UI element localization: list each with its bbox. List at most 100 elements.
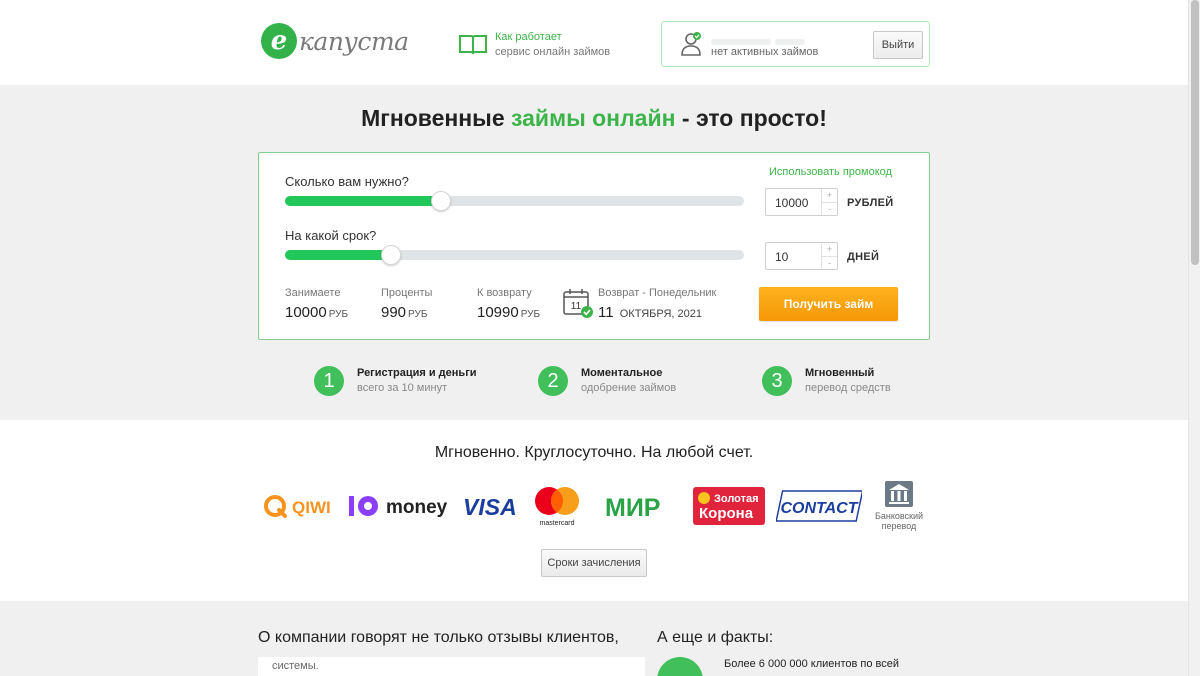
borrow-summary: Занимаете 10000 РУБ — [285, 287, 348, 321]
step-subtitle: перевод средств — [805, 382, 891, 394]
zolotaya-korona-icon: Золотая Корона — [693, 486, 765, 525]
bank-transfer-logo: Банковский перевод — [868, 478, 930, 533]
logo-mark: e — [261, 23, 297, 59]
step-title: Мгновенный — [805, 367, 875, 379]
bank-icon — [885, 481, 913, 507]
repay-label: К возврату — [477, 287, 532, 299]
yoomoney-text: money — [386, 497, 448, 518]
return-day: 11 — [598, 304, 614, 321]
step-subtitle: одобрение займов — [581, 382, 677, 394]
how-it-works-line1: Как работает — [495, 31, 562, 43]
clients-icon — [657, 657, 703, 676]
hero-title-part1: Мгновенные — [361, 105, 512, 131]
visa-text: VISA — [463, 494, 517, 520]
step-2: 2 Моментальное одобрение займов — [538, 366, 676, 396]
how-it-works-link[interactable]: Как работает сервис онлайн займов — [458, 30, 610, 60]
site-header: e капуста Как работает сервис онлайн зай… — [0, 0, 1188, 85]
step-title: Моментальное — [581, 367, 663, 379]
qiwi-logo: QIWI — [262, 478, 340, 533]
loan-calculator: Использовать промокод Сколько вам нужно?… — [258, 152, 930, 340]
mastercard-text: mastercard — [539, 520, 574, 527]
open-book-icon — [459, 35, 487, 55]
mir-icon: МИР — [605, 494, 660, 521]
step-number: 3 — [762, 366, 792, 396]
user-verified-icon — [681, 32, 701, 56]
yoomoney-logo: money — [348, 478, 452, 533]
interest-value: 990 — [381, 304, 407, 321]
return-month-year: ОКТЯБРЯ, 2021 — [619, 308, 702, 320]
amount-label: Сколько вам нужно? — [285, 174, 409, 189]
qiwi-icon: QIWI — [264, 494, 331, 518]
repay-summary: К возврату 10990 РУБ — [477, 287, 540, 321]
term-slider-handle[interactable] — [380, 245, 401, 265]
hero-title-green: займы онлайн — [511, 105, 676, 131]
step-1: 1 Регистрация и деньги всего за 10 минут — [314, 366, 477, 396]
zolotaya-korona-logo: Золотая Корона — [693, 478, 765, 533]
logout-button[interactable]: Выйти — [873, 31, 923, 59]
term-input-value: 10 — [775, 250, 789, 264]
yoomoney-icon: money — [349, 495, 448, 518]
review-card: системы. — [258, 657, 645, 676]
interest-label: Проценты — [381, 287, 433, 299]
repay-value: 10990 — [477, 304, 519, 321]
term-slider[interactable] — [285, 245, 744, 265]
amount-input[interactable]: 10000 + - — [765, 188, 838, 216]
step-3: 3 Мгновенный перевод средств — [762, 366, 891, 396]
korona-text-2: Корона — [699, 505, 754, 522]
term-decrement-button[interactable]: - — [822, 256, 837, 269]
visa-icon: VISA — [463, 494, 517, 520]
page-scrollbar[interactable] — [1188, 0, 1200, 676]
term-input[interactable]: 10 + - — [765, 242, 838, 270]
term-slider-fill — [285, 250, 391, 260]
get-loan-button[interactable]: Получить займ — [759, 287, 898, 321]
mastercard-logo: mastercard — [531, 478, 583, 533]
visa-logo: VISA — [462, 478, 520, 533]
amount-increment-button[interactable]: + — [822, 189, 837, 202]
borrow-label: Занимаете — [285, 287, 341, 299]
hero-title: Мгновенные займы онлайн - это просто! — [0, 105, 1188, 132]
calendar-check-icon: 11 — [563, 289, 593, 318]
logo-text: капуста — [299, 26, 409, 56]
interest-currency: РУБ — [408, 309, 428, 320]
step-title: Регистрация и деньги — [357, 367, 477, 379]
fact-text: Более 6 000 000 клиентов по всей — [724, 658, 900, 670]
calendar-day: 11 — [571, 301, 582, 312]
logo[interactable]: e капуста — [261, 22, 409, 60]
amount-decrement-button[interactable]: - — [822, 202, 837, 215]
term-stepper: + - — [821, 243, 837, 269]
contact-text: CONTACT — [780, 500, 858, 517]
step-number: 1 — [314, 366, 344, 396]
term-increment-button[interactable]: + — [822, 243, 837, 256]
user-name-redacted — [711, 32, 821, 45]
how-it-works-line2: сервис онлайн займов — [495, 46, 611, 58]
qiwi-text: QIWI — [292, 498, 331, 517]
step-number: 2 — [538, 366, 568, 396]
user-panel: нет активных займов Выйти — [661, 21, 930, 67]
amount-slider-handle[interactable] — [431, 191, 452, 211]
return-date: Возврат - Понедельник 11 ОКТЯБРЯ, 2021 — [598, 287, 716, 321]
term-unit: ДНЕЙ — [847, 251, 880, 263]
term-label: На какой срок? — [285, 228, 377, 243]
mastercard-icon: mastercard — [535, 486, 579, 527]
promo-code-link[interactable]: Использовать промокод — [769, 166, 892, 178]
payment-methods: QIWI money VISA mastercard МИР Золотая К… — [0, 478, 1188, 538]
loan-status: нет активных займов — [711, 46, 819, 58]
scrollbar-thumb[interactable] — [1191, 0, 1199, 265]
amount-input-value: 10000 — [775, 196, 809, 210]
amount-unit: РУБЛЕЙ — [847, 197, 894, 209]
crediting-terms-button[interactable]: Сроки зачисления — [541, 549, 647, 577]
mir-logo: МИР — [604, 478, 674, 533]
contact-icon: CONTACT — [776, 489, 862, 522]
amount-slider[interactable] — [285, 191, 744, 211]
borrow-value: 10000 — [285, 304, 327, 321]
return-label: Возврат - Понедельник — [598, 287, 717, 299]
payments-title: Мгновенно. Круглосуточно. На любой счет. — [434, 444, 754, 461]
borrow-currency: РУБ — [328, 309, 349, 320]
amount-slider-fill — [285, 196, 442, 206]
bank-transfer-line1: Банковский — [874, 511, 924, 521]
step-subtitle: всего за 10 минут — [357, 382, 448, 394]
review-snippet: системы. — [272, 660, 319, 672]
hero-section: Мгновенные займы онлайн - это просто! Ис… — [0, 85, 1188, 420]
bank-transfer-line2: перевод — [881, 521, 917, 531]
amount-stepper: + - — [821, 189, 837, 215]
